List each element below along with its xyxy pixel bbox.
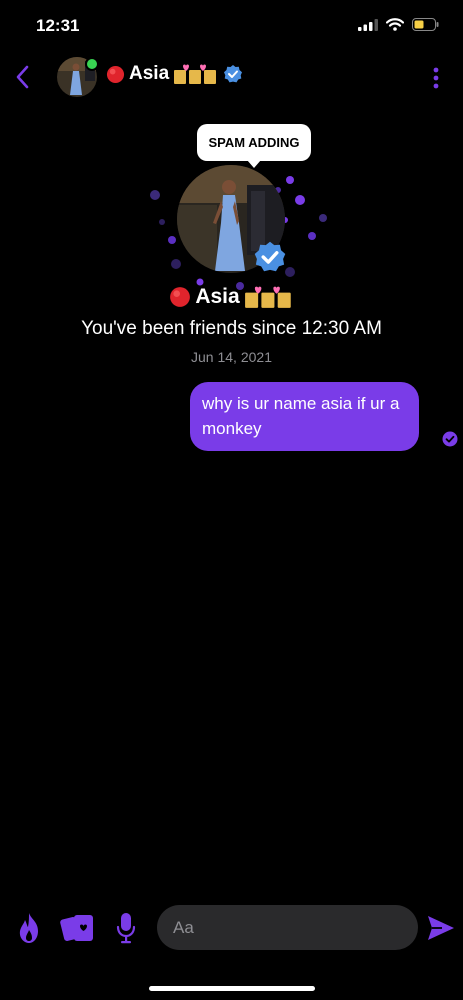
profile-name: Asia: [0, 285, 463, 309]
contact-name: Asia: [129, 63, 170, 84]
outgoing-message-bubble[interactable]: why is ur name asia if ur a monkey: [190, 382, 419, 451]
status-time: 12:31: [36, 16, 80, 35]
home-indicator: [149, 986, 315, 991]
wifi-icon: [386, 18, 404, 31]
contact-name-button[interactable]: Asia: [106, 63, 243, 85]
contact-avatar[interactable]: [57, 57, 99, 97]
more-options-icon[interactable]: [431, 66, 441, 90]
cards-icon[interactable]: [60, 912, 96, 944]
status-icons: [358, 18, 439, 31]
battery-icon: [412, 18, 439, 31]
hearts-money-emoji-icon: [174, 64, 217, 84]
back-chevron-icon[interactable]: [12, 62, 34, 92]
profile-name-text: Asia: [195, 285, 240, 308]
microphone-icon[interactable]: [116, 912, 136, 944]
chat-header: Asia: [0, 54, 463, 104]
friends-since-text: You've been friends since 12:30 AM: [81, 318, 382, 339]
profile-tooltip: SPAM ADDING: [197, 124, 311, 168]
online-status-dot: [85, 57, 99, 71]
red-circle-icon: [170, 287, 191, 307]
red-circle-icon: [106, 65, 125, 83]
message-input[interactable]: [157, 905, 418, 950]
verified-badge-icon: [224, 65, 243, 83]
profile-verified-badge-icon: [254, 241, 286, 272]
conversation-date: Jun 14, 2021: [191, 349, 272, 365]
status-bar: 12:31: [0, 0, 463, 54]
flame-icon[interactable]: [16, 912, 42, 944]
read-receipt-icon: [442, 431, 458, 447]
send-icon[interactable]: [427, 915, 455, 941]
hearts-money-emoji-icon: [244, 286, 291, 308]
message-composer: [0, 900, 463, 956]
cellular-signal-icon: [358, 18, 378, 31]
